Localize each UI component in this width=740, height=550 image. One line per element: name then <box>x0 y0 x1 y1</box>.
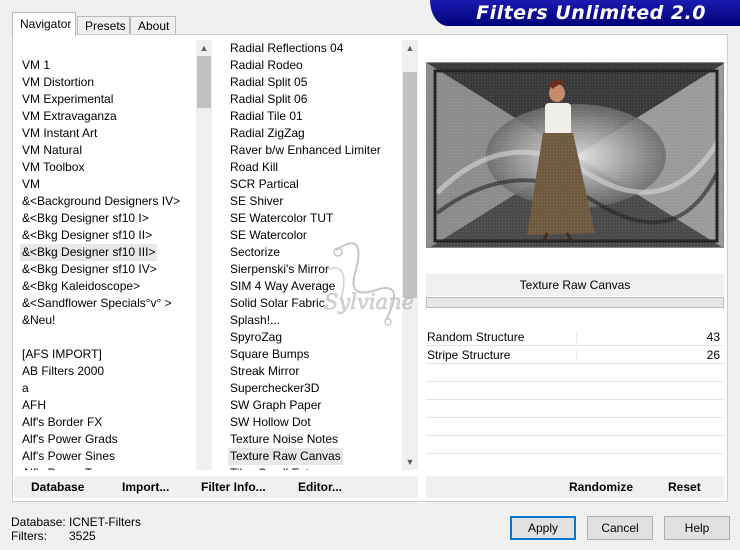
list-item[interactable]: Radial Split 05 <box>228 74 309 91</box>
list-item[interactable]: VM Extravaganza <box>20 108 119 125</box>
param-random-structure[interactable]: Random Structure 43 <box>426 328 724 346</box>
list-item[interactable]: SIM 4 Way Average <box>228 278 337 295</box>
chevron-up-icon[interactable]: ▲ <box>196 40 212 56</box>
list-item[interactable]: Radial Reflections 04 <box>228 40 345 57</box>
category-scroll-thumb[interactable] <box>197 56 211 108</box>
param-row-empty <box>426 364 724 382</box>
list-item[interactable]: a <box>20 380 31 397</box>
help-button[interactable]: Help <box>664 516 730 540</box>
tab-navigator[interactable]: Navigator <box>12 12 76 36</box>
list-item[interactable]: Texture Raw Canvas <box>228 448 343 465</box>
list-item[interactable]: &<Bkg Designer sf10 III> <box>20 244 158 261</box>
list-item[interactable]: &<Background Designers IV> <box>20 193 182 210</box>
list-item[interactable]: SpyroZag <box>228 329 284 346</box>
list-item[interactable]: Splash!... <box>228 312 282 329</box>
list-item[interactable]: VM Natural <box>20 142 84 159</box>
list-item[interactable]: Alf's Power Sines <box>20 448 117 465</box>
tab-label: Navigator <box>20 17 72 31</box>
param-label: Random Structure <box>427 330 525 344</box>
list-item[interactable]: &<Sandflower Specials°v° > <box>20 295 174 312</box>
list-item[interactable] <box>20 329 24 346</box>
list-item[interactable]: SE Watercolor <box>228 227 309 244</box>
list-item[interactable]: &<Bkg Kaleidoscope> <box>20 278 142 295</box>
list-item[interactable]: SW Hollow Dot <box>228 414 313 431</box>
bottom-toolbar: Database Import... Filter Info... Editor… <box>14 476 418 498</box>
list-item[interactable]: Alf's Power Grads <box>20 431 120 448</box>
category-scrollbar[interactable]: ▲ <box>196 40 212 470</box>
list-item[interactable]: VM Distortion <box>20 74 96 91</box>
app-title: Filters Unlimited 2.0 <box>476 2 706 24</box>
list-item[interactable]: VM <box>20 176 42 193</box>
list-item[interactable]: &<Bkg Designer sf10 II> <box>20 227 154 244</box>
list-item[interactable]: VM Instant Art <box>20 125 99 142</box>
param-row-empty <box>426 400 724 418</box>
param-row-empty <box>426 436 724 454</box>
filters-count-value: 3525 <box>69 529 96 543</box>
list-item[interactable]: Square Bumps <box>228 346 311 363</box>
database-button[interactable]: Database <box>31 476 84 498</box>
list-item[interactable]: Sierpenski's Mirror <box>228 261 331 278</box>
param-value[interactable]: 43 <box>707 328 720 346</box>
current-filter-name: Texture Raw Canvas <box>426 274 724 296</box>
param-value[interactable]: 26 <box>707 346 720 364</box>
list-item[interactable]: &<Bkg Designer sf10 I> <box>20 210 151 227</box>
list-item[interactable]: Radial Tile 01 <box>228 108 305 125</box>
tab-label: About <box>138 19 170 33</box>
list-item[interactable]: Radial ZigZag <box>228 125 307 142</box>
filters-count-label: Filters: <box>11 529 47 543</box>
tab-presets[interactable]: Presets <box>77 16 130 35</box>
database-value: ICNET-Filters <box>69 515 141 529</box>
list-item[interactable]: Alf's Power Toys <box>20 465 111 470</box>
chevron-down-icon[interactable]: ▼ <box>402 454 418 470</box>
list-item[interactable]: SE Watercolor TUT <box>228 210 335 227</box>
filter-info-button[interactable]: Filter Info... <box>201 476 266 498</box>
list-item[interactable]: VM Toolbox <box>20 159 86 176</box>
list-item[interactable]: [AFS IMPORT] <box>20 346 104 363</box>
reset-button[interactable]: Reset <box>668 476 701 498</box>
list-item[interactable]: &Neu! <box>20 312 57 329</box>
title-banner: Filters Unlimited 2.0 <box>430 0 740 26</box>
list-item[interactable]: Superchecker3D <box>228 380 321 397</box>
param-divider <box>576 331 577 343</box>
chevron-up-icon[interactable]: ▲ <box>402 40 418 56</box>
list-item[interactable]: Radial Split 06 <box>228 91 309 108</box>
apply-button[interactable]: Apply <box>510 516 576 540</box>
tab-about[interactable]: About <box>130 16 176 35</box>
param-row-empty <box>426 418 724 436</box>
list-item[interactable]: Alf's Border FX <box>20 414 104 431</box>
param-toolbar: Randomize Reset <box>426 476 724 498</box>
param-divider <box>576 349 577 361</box>
list-item[interactable]: Texture Noise Notes <box>228 431 340 448</box>
list-item[interactable]: &<Bkg Designer sf10 IV> <box>20 261 159 278</box>
randomize-button[interactable]: Randomize <box>569 476 633 498</box>
list-item[interactable]: VM Experimental <box>20 91 115 108</box>
param-stripe-structure[interactable]: Stripe Structure 26 <box>426 346 724 364</box>
cancel-button[interactable]: Cancel <box>587 516 653 540</box>
list-item[interactable]: Raver b/w Enhanced Limiter <box>228 142 383 159</box>
list-item[interactable]: VM 1 <box>20 57 52 74</box>
list-item[interactable]: Tiles Small Ext... <box>228 465 321 470</box>
database-label: Database: <box>11 515 66 529</box>
preview-image <box>426 62 724 248</box>
filter-scrollbar[interactable]: ▲ ▼ <box>402 40 418 470</box>
list-item[interactable]: SW Graph Paper <box>228 397 323 414</box>
list-item[interactable]: AFH <box>20 397 48 414</box>
param-row-empty <box>426 382 724 400</box>
list-item[interactable]: Solid Solar Fabric <box>228 295 327 312</box>
list-item[interactable]: Streak Mirror <box>228 363 301 380</box>
category-list[interactable]: VM 1 VM Distortion VM Experimental VM Extra… <box>20 40 196 470</box>
tab-label: Presets <box>85 19 126 33</box>
progress-bar <box>426 297 724 308</box>
list-item[interactable]: SCR Partical <box>228 176 301 193</box>
list-item[interactable]: SE Shiver <box>228 193 285 210</box>
filter-list[interactable]: Radial Reflections 04 Radial Rodeo Radial … <box>228 40 402 470</box>
list-item[interactable]: AB Filters 2000 <box>20 363 106 380</box>
filter-scroll-thumb[interactable] <box>403 72 417 298</box>
list-item[interactable]: Sectorize <box>228 244 282 261</box>
param-label: Stripe Structure <box>427 348 511 362</box>
editor-button[interactable]: Editor... <box>298 476 342 498</box>
list-item[interactable]: Road Kill <box>228 159 280 176</box>
import-button[interactable]: Import... <box>122 476 169 498</box>
list-item[interactable]: Radial Rodeo <box>228 57 305 74</box>
